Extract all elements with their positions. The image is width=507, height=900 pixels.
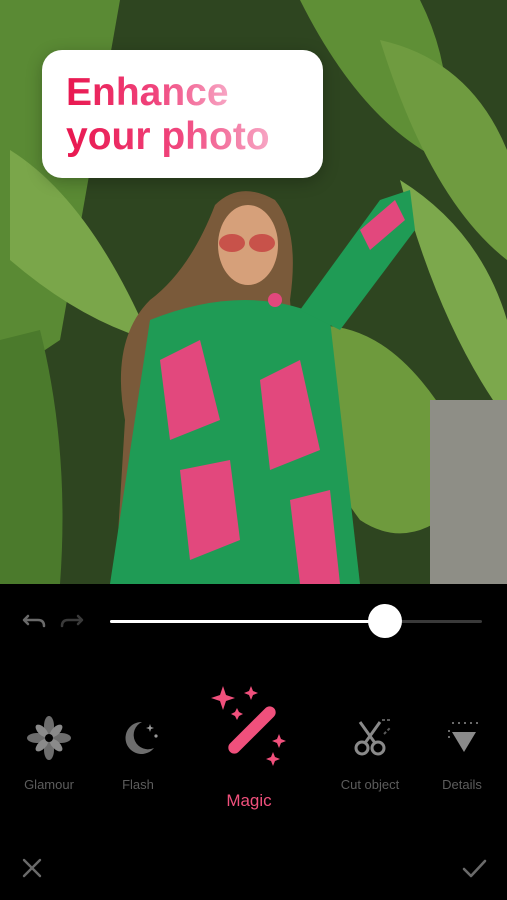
tool-label: Glamour (24, 777, 74, 792)
headline-card: Enhance your photo (42, 50, 323, 178)
tool-label: Cut object (340, 777, 400, 792)
apply-button[interactable] (458, 852, 490, 884)
close-icon (22, 858, 42, 878)
flower-icon (27, 716, 71, 760)
redo-button[interactable] (56, 608, 86, 634)
photo-preview: Enhance your photo (0, 0, 507, 584)
tool-label: Flash (122, 777, 154, 792)
headline-line-1: Enhance (66, 71, 229, 114)
moon-stars-icon (125, 721, 158, 754)
tool-details[interactable]: Details (430, 712, 494, 792)
slider-thumb[interactable] (368, 604, 403, 638)
tool-glamour[interactable]: Glamour (14, 712, 84, 792)
undo-button[interactable] (20, 608, 50, 634)
tool-flash[interactable]: Flash (103, 712, 173, 792)
undo-icon (22, 614, 46, 628)
redo-icon (60, 614, 84, 628)
headline-line-2: your photo (66, 115, 270, 158)
tool-label: Magic (226, 791, 272, 810)
slider-fill (110, 620, 386, 623)
magic-wand-icon (211, 686, 286, 766)
tool-magic[interactable]: Magic (193, 684, 305, 811)
checkmark-icon (462, 859, 487, 878)
tool-label: Details (442, 777, 482, 792)
triangle-details-icon (448, 722, 478, 752)
scissors-icon (354, 719, 391, 756)
cancel-button[interactable] (16, 852, 48, 884)
intensity-slider[interactable] (110, 604, 482, 638)
tool-cut-object[interactable]: Cut object (331, 712, 409, 792)
